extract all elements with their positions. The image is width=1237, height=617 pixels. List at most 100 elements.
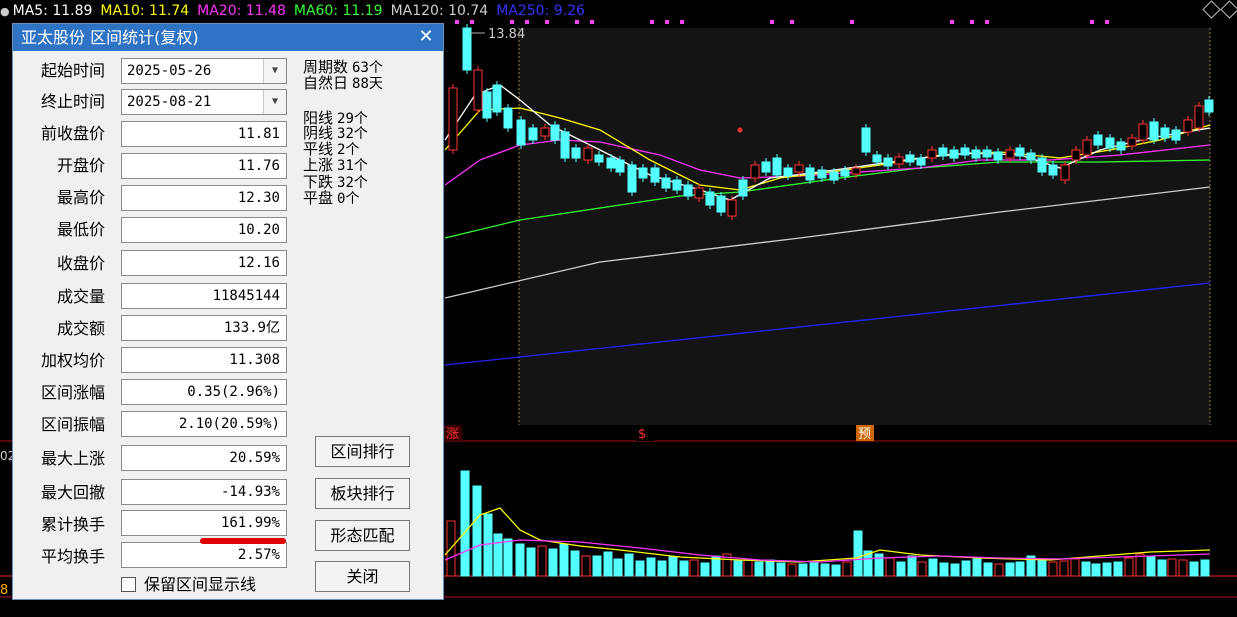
candle-body xyxy=(817,169,827,179)
field-label: 最大上涨 xyxy=(40,449,105,468)
candle-body xyxy=(638,167,648,179)
volume-bar xyxy=(460,470,470,577)
candle-body xyxy=(1204,99,1214,113)
volume-bar xyxy=(787,563,797,577)
volume-bar xyxy=(939,562,949,577)
candle-body xyxy=(971,149,981,159)
volume-bar xyxy=(1037,558,1047,577)
keep-lines-label: 保留区间显示线 xyxy=(144,575,257,594)
volume-bar xyxy=(1146,555,1156,577)
ma120-label: MA120: 10.74 xyxy=(390,3,489,19)
ma5-label: MA5: 11.89 xyxy=(12,3,93,19)
stat-label: 平盘 xyxy=(303,189,334,207)
candle-body xyxy=(783,167,793,177)
candle-body xyxy=(1194,105,1204,129)
sector-rank-button[interactable]: 板块排行 xyxy=(315,478,410,509)
candle-body xyxy=(1005,149,1015,159)
volume-bar xyxy=(896,561,906,577)
ma-legend-icon: ● xyxy=(0,5,10,18)
chevron-down-icon[interactable]: ▼ xyxy=(263,90,286,114)
volume-bar xyxy=(559,543,569,577)
candle-body xyxy=(805,167,815,181)
volume-bar xyxy=(472,485,482,577)
start-date-picker[interactable]: 2025-05-26 ▼ xyxy=(121,58,287,84)
pattern-match-button[interactable]: 形态匹配 xyxy=(315,520,410,551)
candle-body xyxy=(560,131,570,159)
field-value: 20.59% xyxy=(121,445,287,471)
chevron-down-icon[interactable]: ▼ xyxy=(263,59,286,83)
candle-body xyxy=(883,157,893,167)
volume-bar xyxy=(1005,562,1015,577)
field-label: 累计换手 xyxy=(40,515,105,534)
stat-value: 31个 xyxy=(337,158,368,174)
candle-body xyxy=(705,191,715,206)
candle-body xyxy=(829,171,839,181)
volume-bar xyxy=(885,557,895,577)
field-label: 平均换手 xyxy=(40,547,105,566)
candle-body xyxy=(738,179,748,197)
volume-bar xyxy=(1135,553,1145,577)
volume-bar xyxy=(798,563,808,577)
close-icon[interactable]: ✕ xyxy=(415,25,437,49)
checkbox-box[interactable] xyxy=(121,577,136,592)
volume-bar xyxy=(994,563,1004,577)
candle-body xyxy=(761,161,771,173)
candle-body xyxy=(503,107,513,129)
candle-body xyxy=(905,154,915,163)
volume-bar xyxy=(1113,561,1123,577)
volume-bar xyxy=(613,558,623,577)
field-value: 2.57% xyxy=(121,542,287,568)
ma10-label: MA10: 11.74 xyxy=(100,3,190,19)
dialog-title: 亚太股份 区间统计(复权) xyxy=(13,24,443,51)
ma20-label: MA20: 11.48 xyxy=(197,3,286,19)
volume-bar xyxy=(1015,561,1025,577)
volume-bar xyxy=(831,564,841,577)
candle-body xyxy=(615,159,625,173)
selected-range-background xyxy=(519,28,1210,425)
field-label: 区间振幅 xyxy=(40,415,105,434)
close-button[interactable]: 关闭 xyxy=(315,561,410,592)
field-value: 12.16 xyxy=(121,250,287,276)
candle-body xyxy=(1105,137,1115,149)
keep-lines-checkbox[interactable]: 保留区间显示线 xyxy=(121,576,256,594)
end-date-picker[interactable]: 2025-08-21 ▼ xyxy=(121,89,287,115)
candle-body xyxy=(516,119,526,146)
candle-body xyxy=(462,27,472,71)
field-value: 11.81 xyxy=(121,121,287,147)
volume-bar xyxy=(700,562,710,577)
signal-dot xyxy=(737,127,743,133)
candle-body xyxy=(550,124,560,141)
stat-label: 自然日 xyxy=(303,74,349,92)
volume-bar xyxy=(1178,559,1188,577)
candle-body xyxy=(1116,141,1126,151)
candle-body xyxy=(750,164,760,179)
stat-value: 88天 xyxy=(352,76,383,92)
volume-bar xyxy=(972,558,982,577)
candle-body xyxy=(492,84,502,113)
end-date-value: 2025-08-21 xyxy=(127,94,212,110)
candle-body xyxy=(627,164,637,193)
volume-bar xyxy=(1200,559,1210,577)
volume-bar xyxy=(493,533,503,577)
volume-bar xyxy=(503,538,513,577)
stat-value: 32个 xyxy=(337,175,368,191)
stat-label: 上涨 xyxy=(303,156,334,174)
candle-body xyxy=(448,87,458,151)
candle-body xyxy=(1060,164,1070,181)
field-value: -14.93% xyxy=(121,479,287,505)
candle-body xyxy=(1127,137,1137,147)
interval-stats-dialog: 亚太股份 区间统计(复权) ✕ 起始时间 2025-05-26 ▼ 终止时间 20… xyxy=(12,23,444,600)
candle-body xyxy=(583,147,593,161)
candle-body xyxy=(861,127,871,153)
candle-body xyxy=(1082,139,1092,156)
interval-rank-button[interactable]: 区间排行 xyxy=(315,436,410,467)
stat-value: 29个 xyxy=(337,111,368,127)
candle-body xyxy=(1160,127,1170,139)
candle-body xyxy=(1015,147,1025,157)
candle-body xyxy=(1048,164,1058,176)
stat-unchanged: 平盘 0个 xyxy=(303,191,359,207)
stat-value: 2个 xyxy=(337,142,360,158)
volume-bar xyxy=(1167,558,1177,577)
event-label: 涨 xyxy=(446,427,459,442)
left-edge-label: 8 xyxy=(0,583,8,598)
